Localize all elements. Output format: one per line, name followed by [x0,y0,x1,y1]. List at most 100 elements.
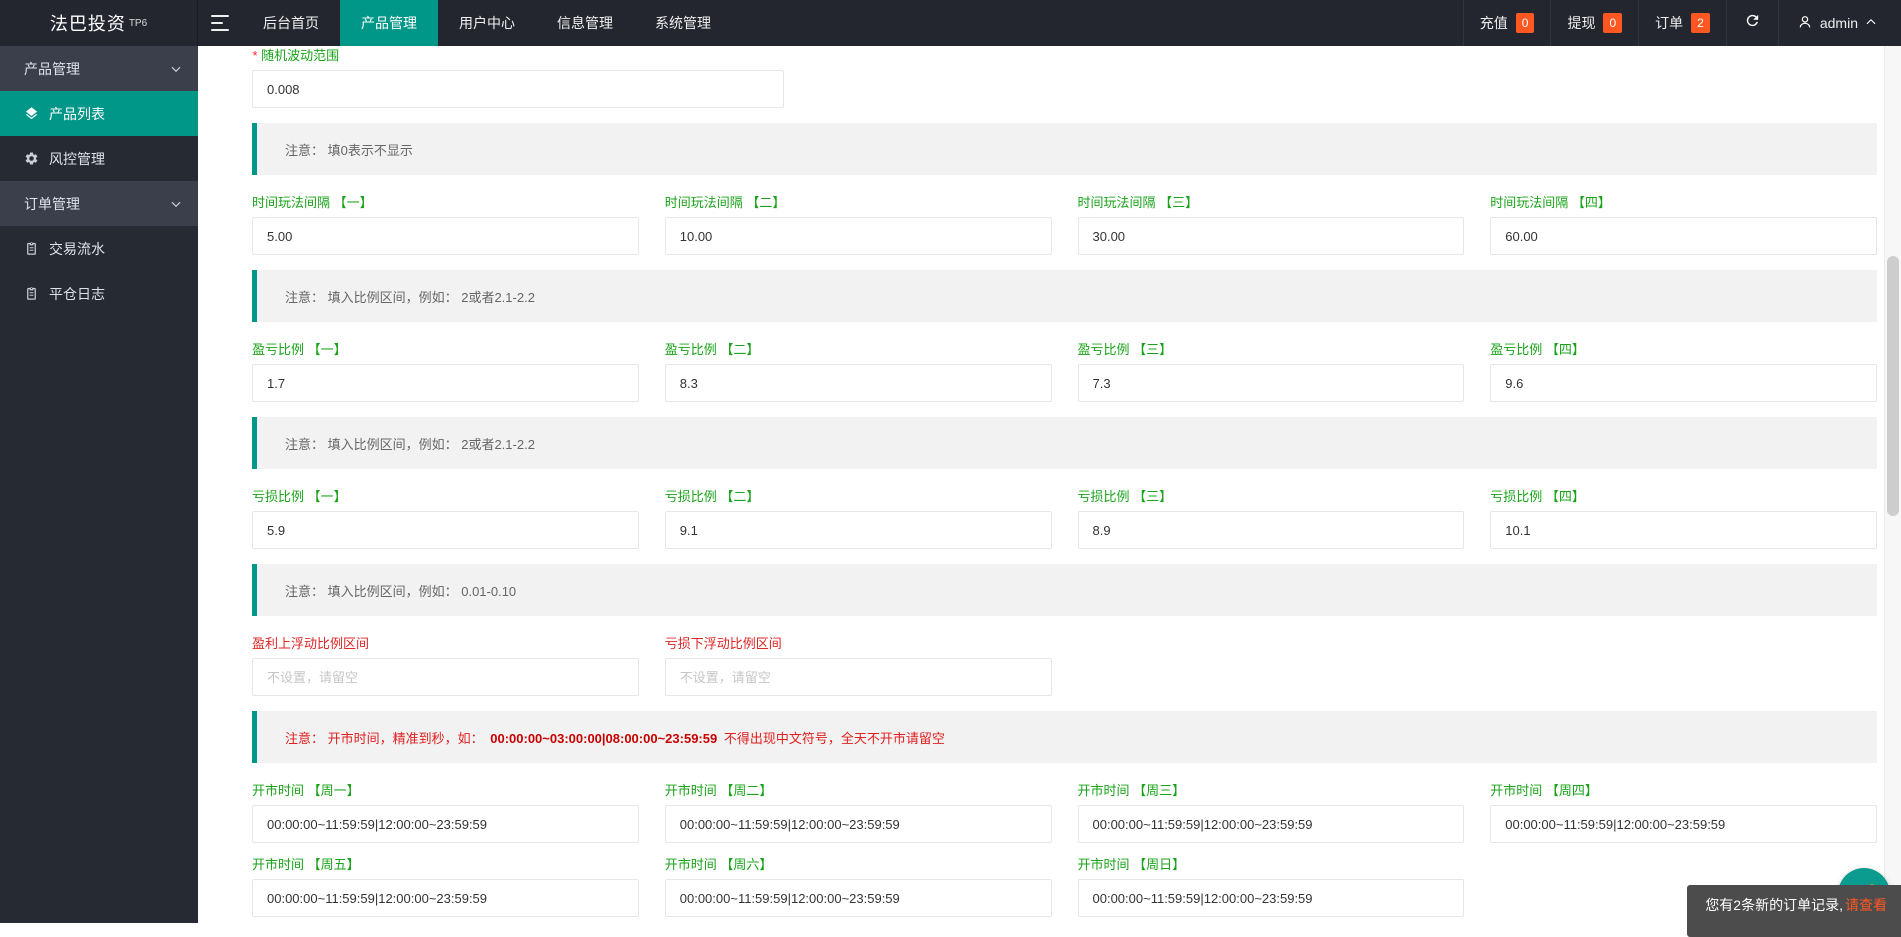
stat-orders[interactable]: 订单 2 [1638,0,1726,46]
product-edit-form: *随机波动范围注意： 填0表示不显示时间玩法间隔 【一】时间玩法间隔 【二】时间… [252,48,1877,917]
field-input-profit-float-range[interactable] [252,658,639,696]
stat-recharge[interactable]: 充值 0 [1463,0,1551,46]
topnav-item-product[interactable]: 产品管理 [340,0,438,46]
field-input-pl-ratio-3[interactable] [1078,364,1465,402]
user-icon [1797,14,1813,33]
field-input-open-time-sat[interactable] [665,879,1052,917]
topnav-item-home[interactable]: 后台首页 [242,0,340,46]
field-input-loss-float-range[interactable] [665,658,1052,696]
field-row: 盈亏比例 【一】 盈亏比例 【二】 盈亏比例 【三】 盈亏比例 【四】 [252,342,1877,402]
sidebar-item-order-group[interactable]: 订单管理 [0,181,198,226]
field-input-open-time-fri[interactable] [252,879,639,917]
brand-sup: TP6 [129,18,147,29]
field-input-loss-ratio-3[interactable] [1078,511,1465,549]
form-field-random-range: *随机波动范围 [252,48,1877,108]
field-label-loss-ratio-1: 亏损比例 【一】 [252,489,639,505]
field-label-interval-2: 时间玩法间隔 【二】 [665,195,1052,211]
form-field-loss-ratio-2: 亏损比例 【二】 [665,489,1052,549]
sidebar-item-label: 产品列表 [49,104,105,124]
sidebar-item-product-list[interactable]: 产品列表 [0,91,198,136]
field-label-random-range: *随机波动范围 [252,48,1877,64]
field-input-interval-4[interactable] [1490,217,1877,255]
sidebar: 产品管理产品列表风控管理订单管理交易流水平仓日志 [0,46,198,923]
field-input-interval-2[interactable] [665,217,1052,255]
field-row: 亏损比例 【一】亏损比例 【二】亏损比例 【三】亏损比例 【四】 [252,489,1877,549]
form-field-pl-ratio-1: 盈亏比例 【一】 [252,342,639,402]
topbar: 法巴投资 TP6 后台首页产品管理用户中心信息管理系统管理 充值0提现0订单2 … [0,0,1901,46]
toast-view-link[interactable]: 请查看 [1845,895,1887,915]
field-input-interval-3[interactable] [1078,217,1465,255]
stat-badge: 0 [1516,13,1535,33]
field-label-loss-ratio-3: 亏损比例 【三】 [1078,489,1465,505]
toast-text: 您有2条新的订单记录, [1705,895,1843,915]
field-label-loss-ratio-2: 亏损比例 【二】 [665,489,1052,505]
field-input-open-time-thu[interactable] [1490,805,1877,843]
order-toast: 您有2条新的订单记录, 请查看 [1687,885,1901,937]
topnav-item-info[interactable]: 信息管理 [536,0,634,46]
form-field-loss-ratio-1: 亏损比例 【一】 [252,489,639,549]
sidebar-item-close-log[interactable]: 平仓日志 [0,271,198,316]
field-label-pl-ratio-3: 盈亏比例 【三】 [1078,342,1465,358]
field-row: 开市时间 【周一】开市时间 【周二】开市时间 【周三】开市时间 【周四】开市时间… [252,783,1877,917]
field-label-pl-ratio-2: 盈亏比例 【二】 [665,342,1052,358]
form-field-interval-4: 时间玩法间隔 【四】 [1490,195,1877,255]
chevron-down-icon [170,198,182,210]
field-input-pl-ratio-1[interactable] [252,364,639,402]
sidebar-item-product-group[interactable]: 产品管理 [0,46,198,91]
field-input-loss-ratio-2[interactable] [665,511,1052,549]
field-input-loss-ratio-4[interactable] [1490,511,1877,549]
field-label-open-time-wed: 开市时间 【周三】 [1078,783,1465,799]
stat-badge: 0 [1603,13,1622,33]
refresh-button[interactable] [1726,0,1778,46]
field-input-open-time-sun[interactable] [1078,879,1465,917]
field-input-pl-ratio-4[interactable] [1490,364,1877,402]
form-field-interval-1: 时间玩法间隔 【一】 [252,195,639,255]
field-input-interval-1[interactable] [252,217,639,255]
field-row: 时间玩法间隔 【一】 时间玩法间隔 【二】 时间玩法间隔 【三】时间玩法间隔 【四】 [252,195,1877,255]
field-label-pl-ratio-4: 盈亏比例 【四】 [1490,342,1877,358]
note-box: 注意： 填入比例区间，例如： 2或者2.1-2.2 [252,417,1877,469]
main-content: *随机波动范围注意： 填0表示不显示时间玩法间隔 【一】时间玩法间隔 【二】时间… [198,46,1884,923]
sidebar-item-label: 产品管理 [24,59,80,79]
stat-label: 订单 [1655,13,1683,33]
sidebar-item-label: 订单管理 [24,194,80,214]
form-field-interval-3: 时间玩法间隔 【三】 [1078,195,1465,255]
form-field-open-time-fri: 开市时间 【周五】 [252,857,639,917]
topnav-item-user-center[interactable]: 用户中心 [438,0,536,46]
field-label-open-time-sun: 开市时间 【周日】 [1078,857,1465,873]
field-label-open-time-fri: 开市时间 【周五】 [252,857,639,873]
field-label-profit-float-range: 盈利上浮动比例区间 [252,636,639,652]
hamburger-icon[interactable] [198,0,242,46]
field-input-open-time-mon[interactable] [252,805,639,843]
sidebar-item-trade-flow[interactable]: 交易流水 [0,226,198,271]
stat-badge: 2 [1691,13,1710,33]
field-label-open-time-sat: 开市时间 【周六】 [665,857,1052,873]
field-input-pl-ratio-2[interactable] [665,364,1052,402]
sidebar-item-label: 交易流水 [49,239,105,259]
brand-logo: 法巴投资 TP6 [0,0,198,46]
user-menu[interactable]: admin [1778,0,1901,46]
field-input-open-time-tue[interactable] [665,805,1052,843]
layers-icon [24,106,40,122]
field-input-open-time-wed[interactable] [1078,805,1465,843]
note-box: 注意： 填0表示不显示 [252,123,1877,175]
sidebar-item-risk-manage[interactable]: 风控管理 [0,136,198,181]
field-input-loss-ratio-1[interactable] [252,511,639,549]
refresh-icon [1744,12,1761,34]
topnav-item-system[interactable]: 系统管理 [634,0,732,46]
form-field-open-time-thu: 开市时间 【周四】 [1490,783,1877,843]
field-input-random-range[interactable] [252,70,784,108]
scrollbar-thumb[interactable] [1887,256,1899,516]
form-field-profit-float-range: 盈利上浮动比例区间 [252,636,639,696]
stat-withdraw[interactable]: 提现0 [1550,0,1638,46]
form-field-pl-ratio-3: 盈亏比例 【三】 [1078,342,1465,402]
topbar-right: 充值0提现0订单2 admin [1463,0,1901,46]
brand-text: 法巴投资 [50,10,126,36]
clipboard-icon [24,286,40,302]
form-field-loss-ratio-3: 亏损比例 【三】 [1078,489,1465,549]
scrollbar[interactable] [1884,46,1901,923]
form-field-pl-ratio-4: 盈亏比例 【四】 [1490,342,1877,402]
field-label-loss-float-range: 亏损下浮动比例区间 [665,636,1052,652]
stat-label: 充值 [1480,13,1508,33]
form-field-open-time-tue: 开市时间 【周二】 [665,783,1052,843]
